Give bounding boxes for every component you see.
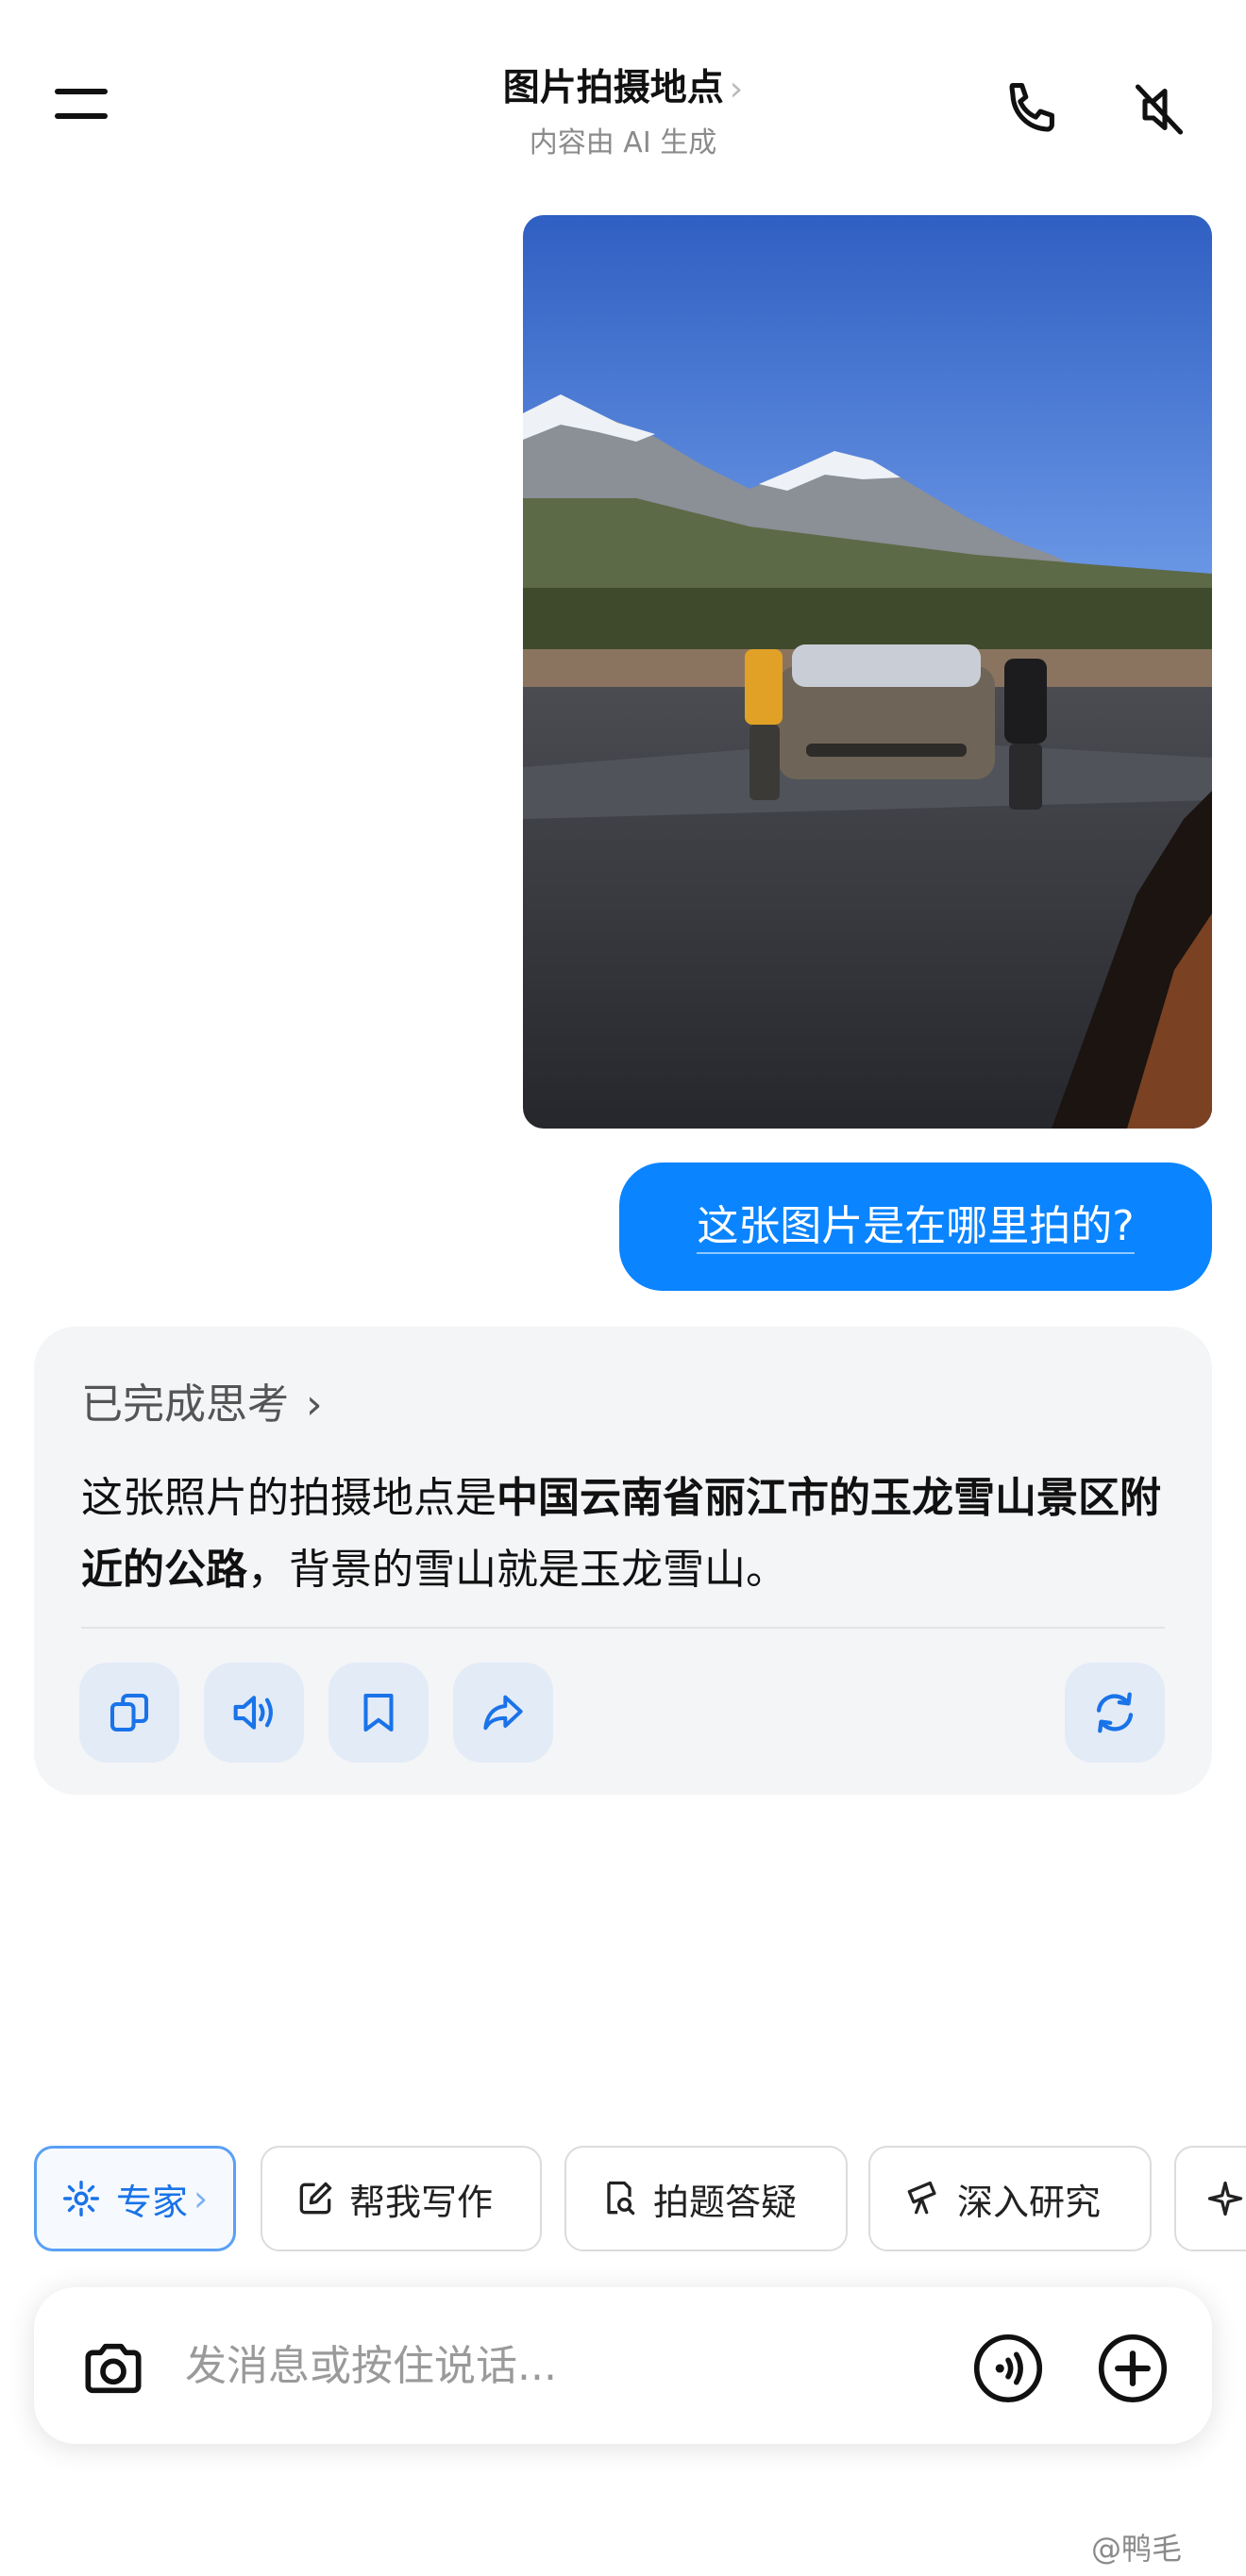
thinking-label: 已完成思考: [81, 1380, 289, 1429]
voice-call-button[interactable]: [968, 2329, 1048, 2408]
answer-text-part1: 这张照片的拍摄地点是: [81, 1474, 497, 1522]
message-input[interactable]: [185, 2331, 921, 2400]
bookmark-button[interactable]: [328, 1663, 429, 1763]
photo-image: [523, 215, 1212, 1129]
voice-wave-icon: [973, 2333, 1043, 2403]
chip-photo-solve-label: 拍题答疑: [653, 2181, 798, 2223]
edit-icon: [299, 2182, 332, 2215]
menu-button[interactable]: [51, 81, 117, 130]
watermark: @鸭毛: [1091, 2531, 1183, 2567]
chip-more[interactable]: [1174, 2146, 1246, 2251]
chip-deep-research-label: 深入研究: [957, 2181, 1102, 2223]
copy-button[interactable]: [79, 1663, 179, 1763]
share-icon: [483, 1695, 523, 1731]
user-uploaded-photo[interactable]: [523, 215, 1212, 1129]
camera-button[interactable]: [76, 2331, 151, 2406]
thinking-toggle[interactable]: 已完成思考 ›: [81, 1370, 323, 1430]
chip-expert[interactable]: 专家 ›: [34, 2146, 236, 2251]
phone-call-button[interactable]: [999, 75, 1067, 143]
chip-photo-solve[interactable]: 拍题答疑: [564, 2146, 848, 2251]
read-aloud-button[interactable]: [204, 1663, 304, 1763]
plus-circle-icon: [1098, 2333, 1168, 2403]
mute-icon: [1135, 84, 1184, 135]
mute-button[interactable]: [1125, 75, 1193, 143]
chat-title-area[interactable]: 图片拍摄地点 › 内容由 AI 生成: [340, 59, 906, 160]
user-message-bubble: 这张图片是在哪里拍的?: [619, 1163, 1212, 1291]
speaker-icon: [233, 1696, 273, 1730]
expert-icon: [63, 2181, 99, 2216]
card-divider: [81, 1627, 1165, 1629]
chevron-right-icon: ›: [306, 1380, 323, 1429]
chip-expert-label: 专家: [116, 2181, 189, 2223]
regenerate-button[interactable]: [1065, 1663, 1165, 1763]
sparkle-icon: [1207, 2181, 1243, 2216]
chat-title: 图片拍摄地点: [502, 67, 724, 109]
chip-help-write-label: 帮我写作: [349, 2181, 494, 2223]
chip-expert-chevron-icon: ›: [194, 2178, 209, 2219]
chip-help-write[interactable]: 帮我写作: [261, 2146, 542, 2251]
title-chevron-icon: ›: [729, 70, 744, 109]
document-search-icon: [607, 2181, 635, 2216]
copy-icon: [109, 1693, 149, 1732]
ai-generated-note: 内容由 AI 生成: [529, 126, 717, 159]
share-button[interactable]: [453, 1663, 553, 1763]
menu-icon: [55, 89, 108, 94]
add-attachment-button[interactable]: [1093, 2329, 1172, 2408]
phone-icon: [1009, 82, 1054, 132]
answer-text-part2: ，背景的雪山就是玉龙雪山。: [247, 1546, 787, 1594]
ai-answer-text: 这张照片的拍摄地点是中国云南省丽江市的玉龙雪山景区附近的公路，背景的雪山就是玉龙…: [81, 1463, 1176, 1606]
user-message-text: 这张图片是在哪里拍的?: [697, 1202, 1135, 1254]
telescope-icon: [907, 2181, 936, 2215]
chip-deep-research[interactable]: 深入研究: [868, 2146, 1152, 2251]
bookmark-icon: [363, 1693, 394, 1732]
refresh-icon: [1096, 1692, 1134, 1733]
camera-icon: [85, 2343, 142, 2394]
menu-icon-line: [55, 113, 108, 119]
